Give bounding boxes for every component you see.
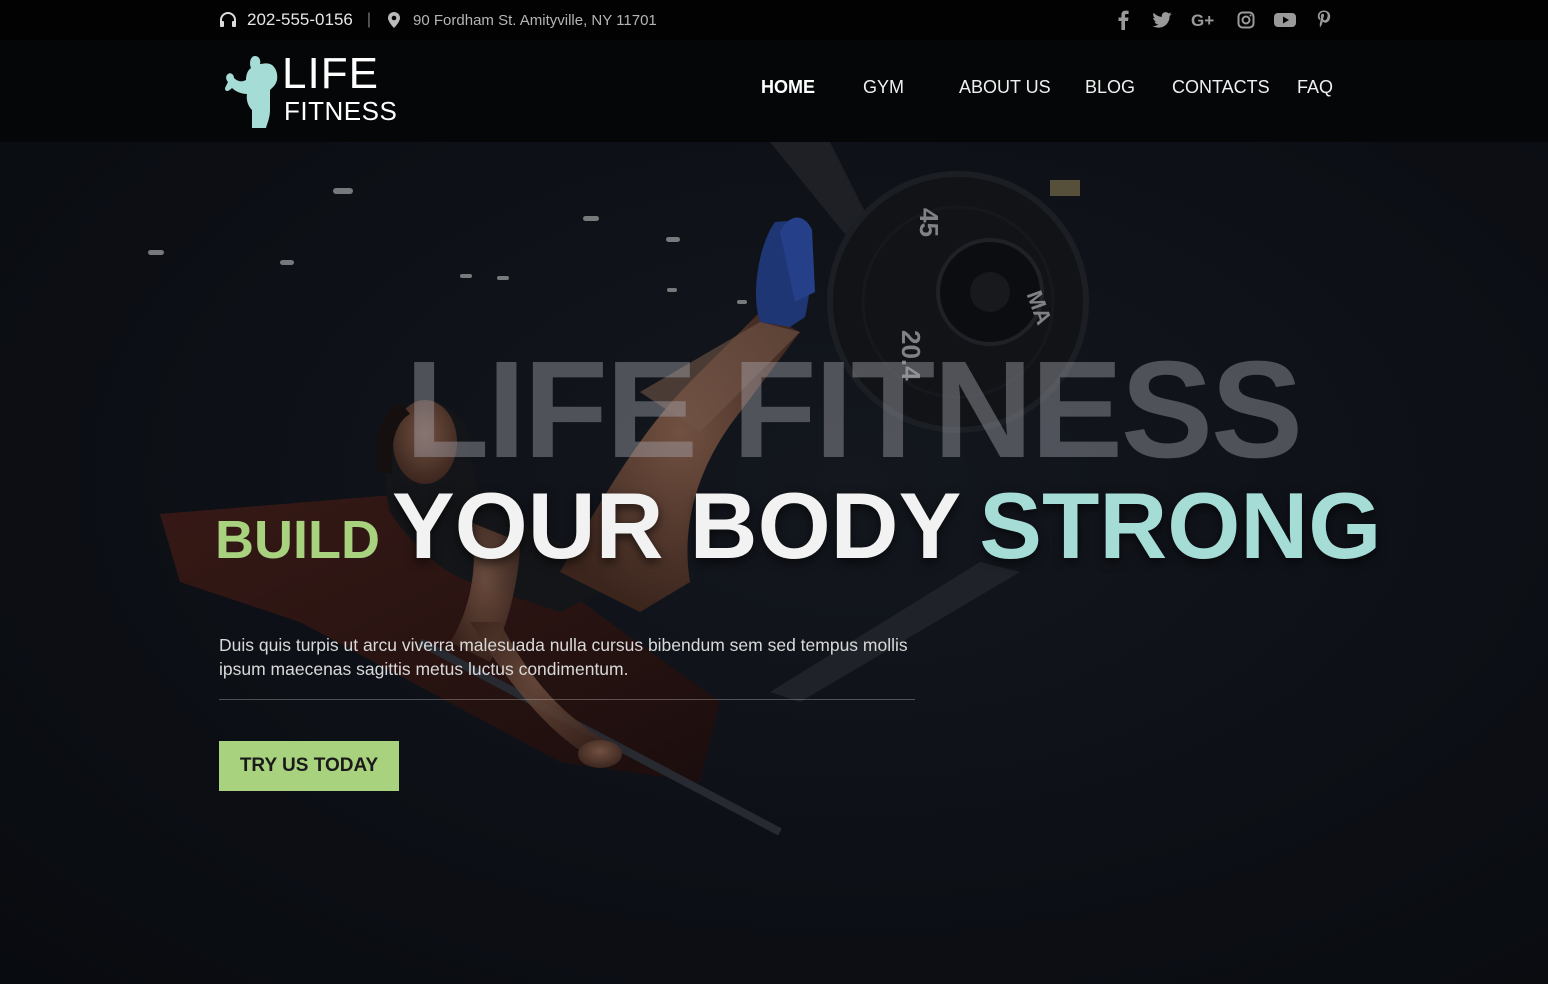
nav-gym[interactable]: GYM xyxy=(863,77,904,98)
background-watermark-text: LIFE FITNESS xyxy=(405,333,1303,487)
hero-description: Duis quis turpis ut arcu viverra malesua… xyxy=(219,635,908,679)
divider xyxy=(219,699,915,700)
social-links: G+ xyxy=(1112,0,1335,40)
address: 90 Fordham St. Amityville, NY 11701 xyxy=(413,11,657,29)
nav-home[interactable]: HOME xyxy=(761,77,815,98)
headline-word-build: BUILD xyxy=(215,510,380,570)
facebook-icon[interactable] xyxy=(1112,9,1134,31)
logo[interactable]: LIFE FITNESS xyxy=(222,49,397,130)
logo-line-1: LIFE xyxy=(282,49,379,98)
nav-contacts[interactable]: CONTACTS xyxy=(1172,77,1270,98)
separator: | xyxy=(366,11,372,28)
svg-text:G+: G+ xyxy=(1191,11,1214,29)
instagram-icon[interactable] xyxy=(1235,9,1257,31)
pinterest-icon[interactable] xyxy=(1313,9,1335,31)
logo-line-2: FITNESS xyxy=(284,96,398,126)
location-pin-icon xyxy=(385,11,403,29)
try-us-today-button[interactable]: TRY US TODAY xyxy=(219,741,399,791)
main-header: LIFE FITNESS HOME GYM ABOUT US BLOG CONT… xyxy=(0,40,1548,142)
phone-number[interactable]: 202-555-0156 xyxy=(247,10,353,30)
headline-word-strong: STRONG xyxy=(979,473,1382,578)
youtube-icon[interactable] xyxy=(1274,9,1296,31)
nav-blog[interactable]: BLOG xyxy=(1085,77,1135,98)
bodybuilder-logo-icon xyxy=(225,56,278,128)
nav-faq[interactable]: FAQ xyxy=(1297,77,1333,98)
twitter-icon[interactable] xyxy=(1151,9,1173,31)
hero-section: 45 20.4 MA LIFE FITNESS BUILD YOUR BODY … xyxy=(0,142,1548,984)
headline-word-your-body: YOUR BODY xyxy=(391,473,962,578)
top-bar: 202-555-0156 | 90 Fordham St. Amityville… xyxy=(0,0,1548,40)
contact-info: 202-555-0156 | 90 Fordham St. Amityville… xyxy=(219,0,657,40)
google-plus-icon[interactable]: G+ xyxy=(1190,9,1218,31)
hero-headline: BUILD YOUR BODY STRONG xyxy=(215,472,1381,580)
headset-icon xyxy=(219,11,237,29)
nav-about-us[interactable]: ABOUT US xyxy=(959,77,1051,98)
